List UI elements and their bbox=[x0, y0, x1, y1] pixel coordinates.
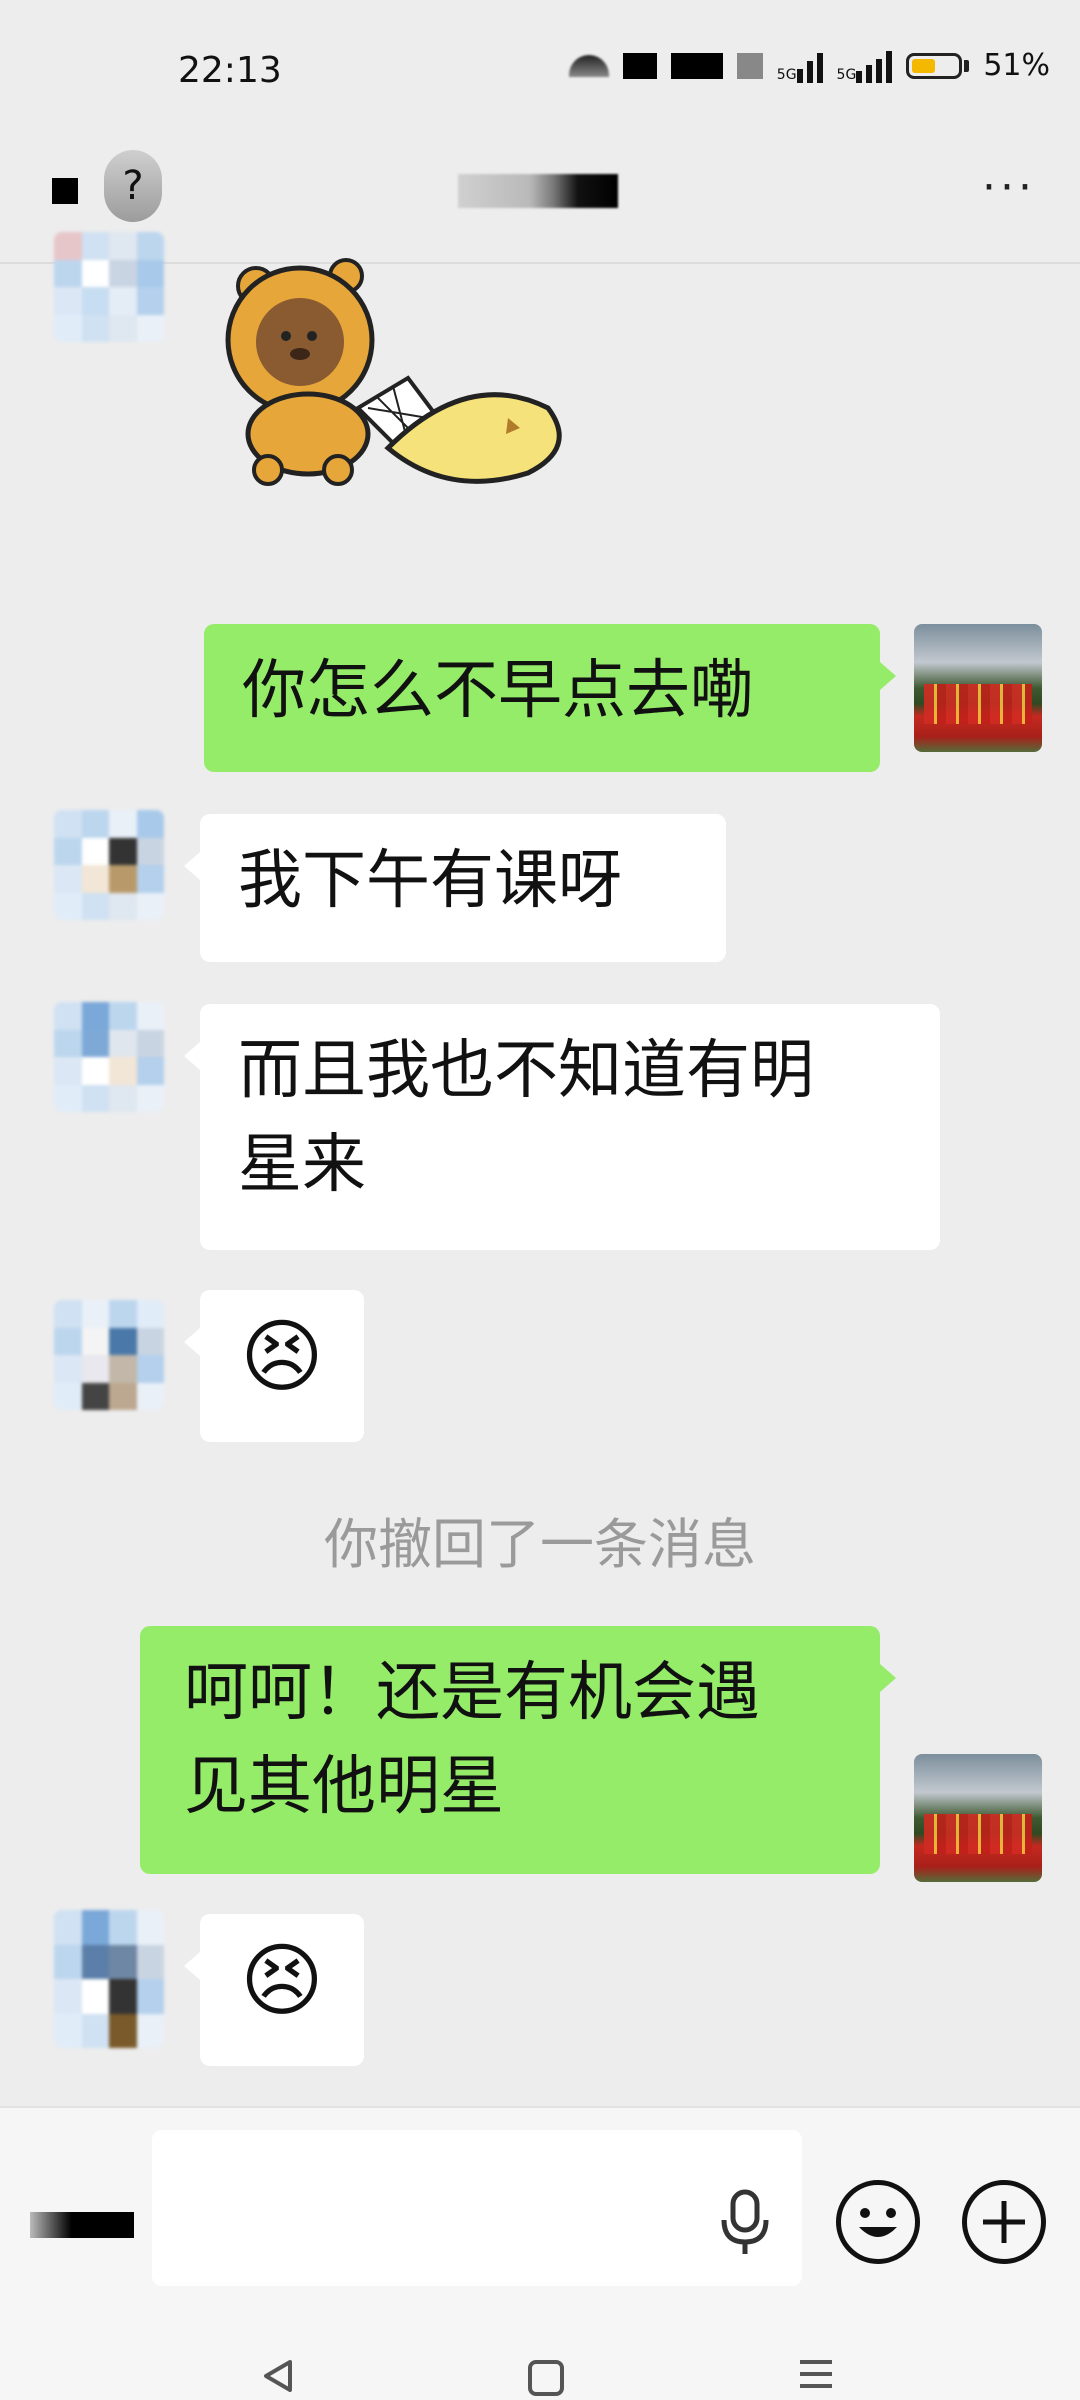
message-bubble-outgoing[interactable]: 你怎么不早点去嘞 bbox=[204, 624, 896, 772]
recall-notice: 你撤回了一条消息 bbox=[324, 1513, 756, 1576]
square-home-icon[interactable] bbox=[526, 2358, 566, 2398]
signal-bars-icon bbox=[856, 49, 893, 83]
status-time: 22:13 bbox=[178, 50, 282, 91]
emoji-message-bubble[interactable]: 😣 bbox=[184, 1914, 364, 2066]
help-icon[interactable]: ? bbox=[104, 150, 162, 222]
menu-lines-icon[interactable] bbox=[796, 2354, 836, 2394]
more-options-button[interactable]: ··· bbox=[982, 166, 1036, 210]
redacted-status-icon bbox=[670, 52, 723, 79]
contact-avatar[interactable] bbox=[54, 810, 164, 920]
hamster-bear-sticker[interactable] bbox=[208, 258, 568, 518]
contact-avatar[interactable] bbox=[54, 232, 164, 342]
my-avatar[interactable] bbox=[914, 624, 1042, 752]
back-button[interactable] bbox=[52, 178, 78, 204]
message-input[interactable] bbox=[152, 2130, 802, 2286]
chat-title-redacted bbox=[458, 174, 618, 208]
emoji-button[interactable] bbox=[836, 2180, 920, 2264]
message-text-line: 星来 bbox=[238, 1128, 366, 1202]
smiley-face-icon bbox=[859, 2208, 897, 2237]
signal-5g-1: 5G bbox=[777, 49, 823, 83]
signal-bars-icon bbox=[796, 49, 823, 83]
redacted-status-icon bbox=[622, 52, 657, 79]
message-text: 你怎么不早点去嘞 bbox=[242, 654, 754, 728]
message-bubble-incoming[interactable]: 而且我也不知道有明 星来 bbox=[184, 1004, 940, 1250]
persevere-face-emoji: 😣 bbox=[240, 1934, 324, 2027]
contact-avatar[interactable] bbox=[54, 1002, 164, 1112]
plus-icon bbox=[983, 2201, 1025, 2243]
battery-icon bbox=[906, 52, 970, 79]
triangle-back-icon[interactable] bbox=[258, 2356, 298, 2396]
message-text-line: 呵呵！还是有机会遇 bbox=[184, 1656, 760, 1730]
status-icons: 5G 5G 51% bbox=[568, 48, 1050, 83]
redacted-status-icon bbox=[736, 52, 763, 79]
battery-percent: 51% bbox=[983, 48, 1050, 83]
microphone-icon[interactable] bbox=[718, 2188, 772, 2258]
emoji-message-bubble[interactable]: 😣 bbox=[184, 1290, 364, 1442]
contact-avatar[interactable] bbox=[54, 1300, 164, 1410]
my-avatar[interactable] bbox=[914, 1754, 1042, 1882]
wifi-icon bbox=[568, 54, 609, 77]
message-text-line: 见其他明星 bbox=[184, 1750, 504, 1824]
message-text: 我下午有课呀 bbox=[238, 844, 622, 918]
voice-keyboard-toggle-redacted[interactable] bbox=[30, 2212, 134, 2238]
persevere-face-emoji: 😣 bbox=[240, 1310, 324, 1403]
signal-5g-2: 5G bbox=[837, 49, 893, 83]
contact-avatar[interactable] bbox=[54, 1910, 164, 2048]
message-bubble-outgoing[interactable]: 呵呵！还是有机会遇 见其他明星 bbox=[140, 1626, 896, 1874]
plus-button[interactable] bbox=[962, 2180, 1046, 2264]
message-text-line: 而且我也不知道有明 bbox=[238, 1034, 814, 1108]
message-bubble-incoming[interactable]: 我下午有课呀 bbox=[184, 814, 726, 962]
